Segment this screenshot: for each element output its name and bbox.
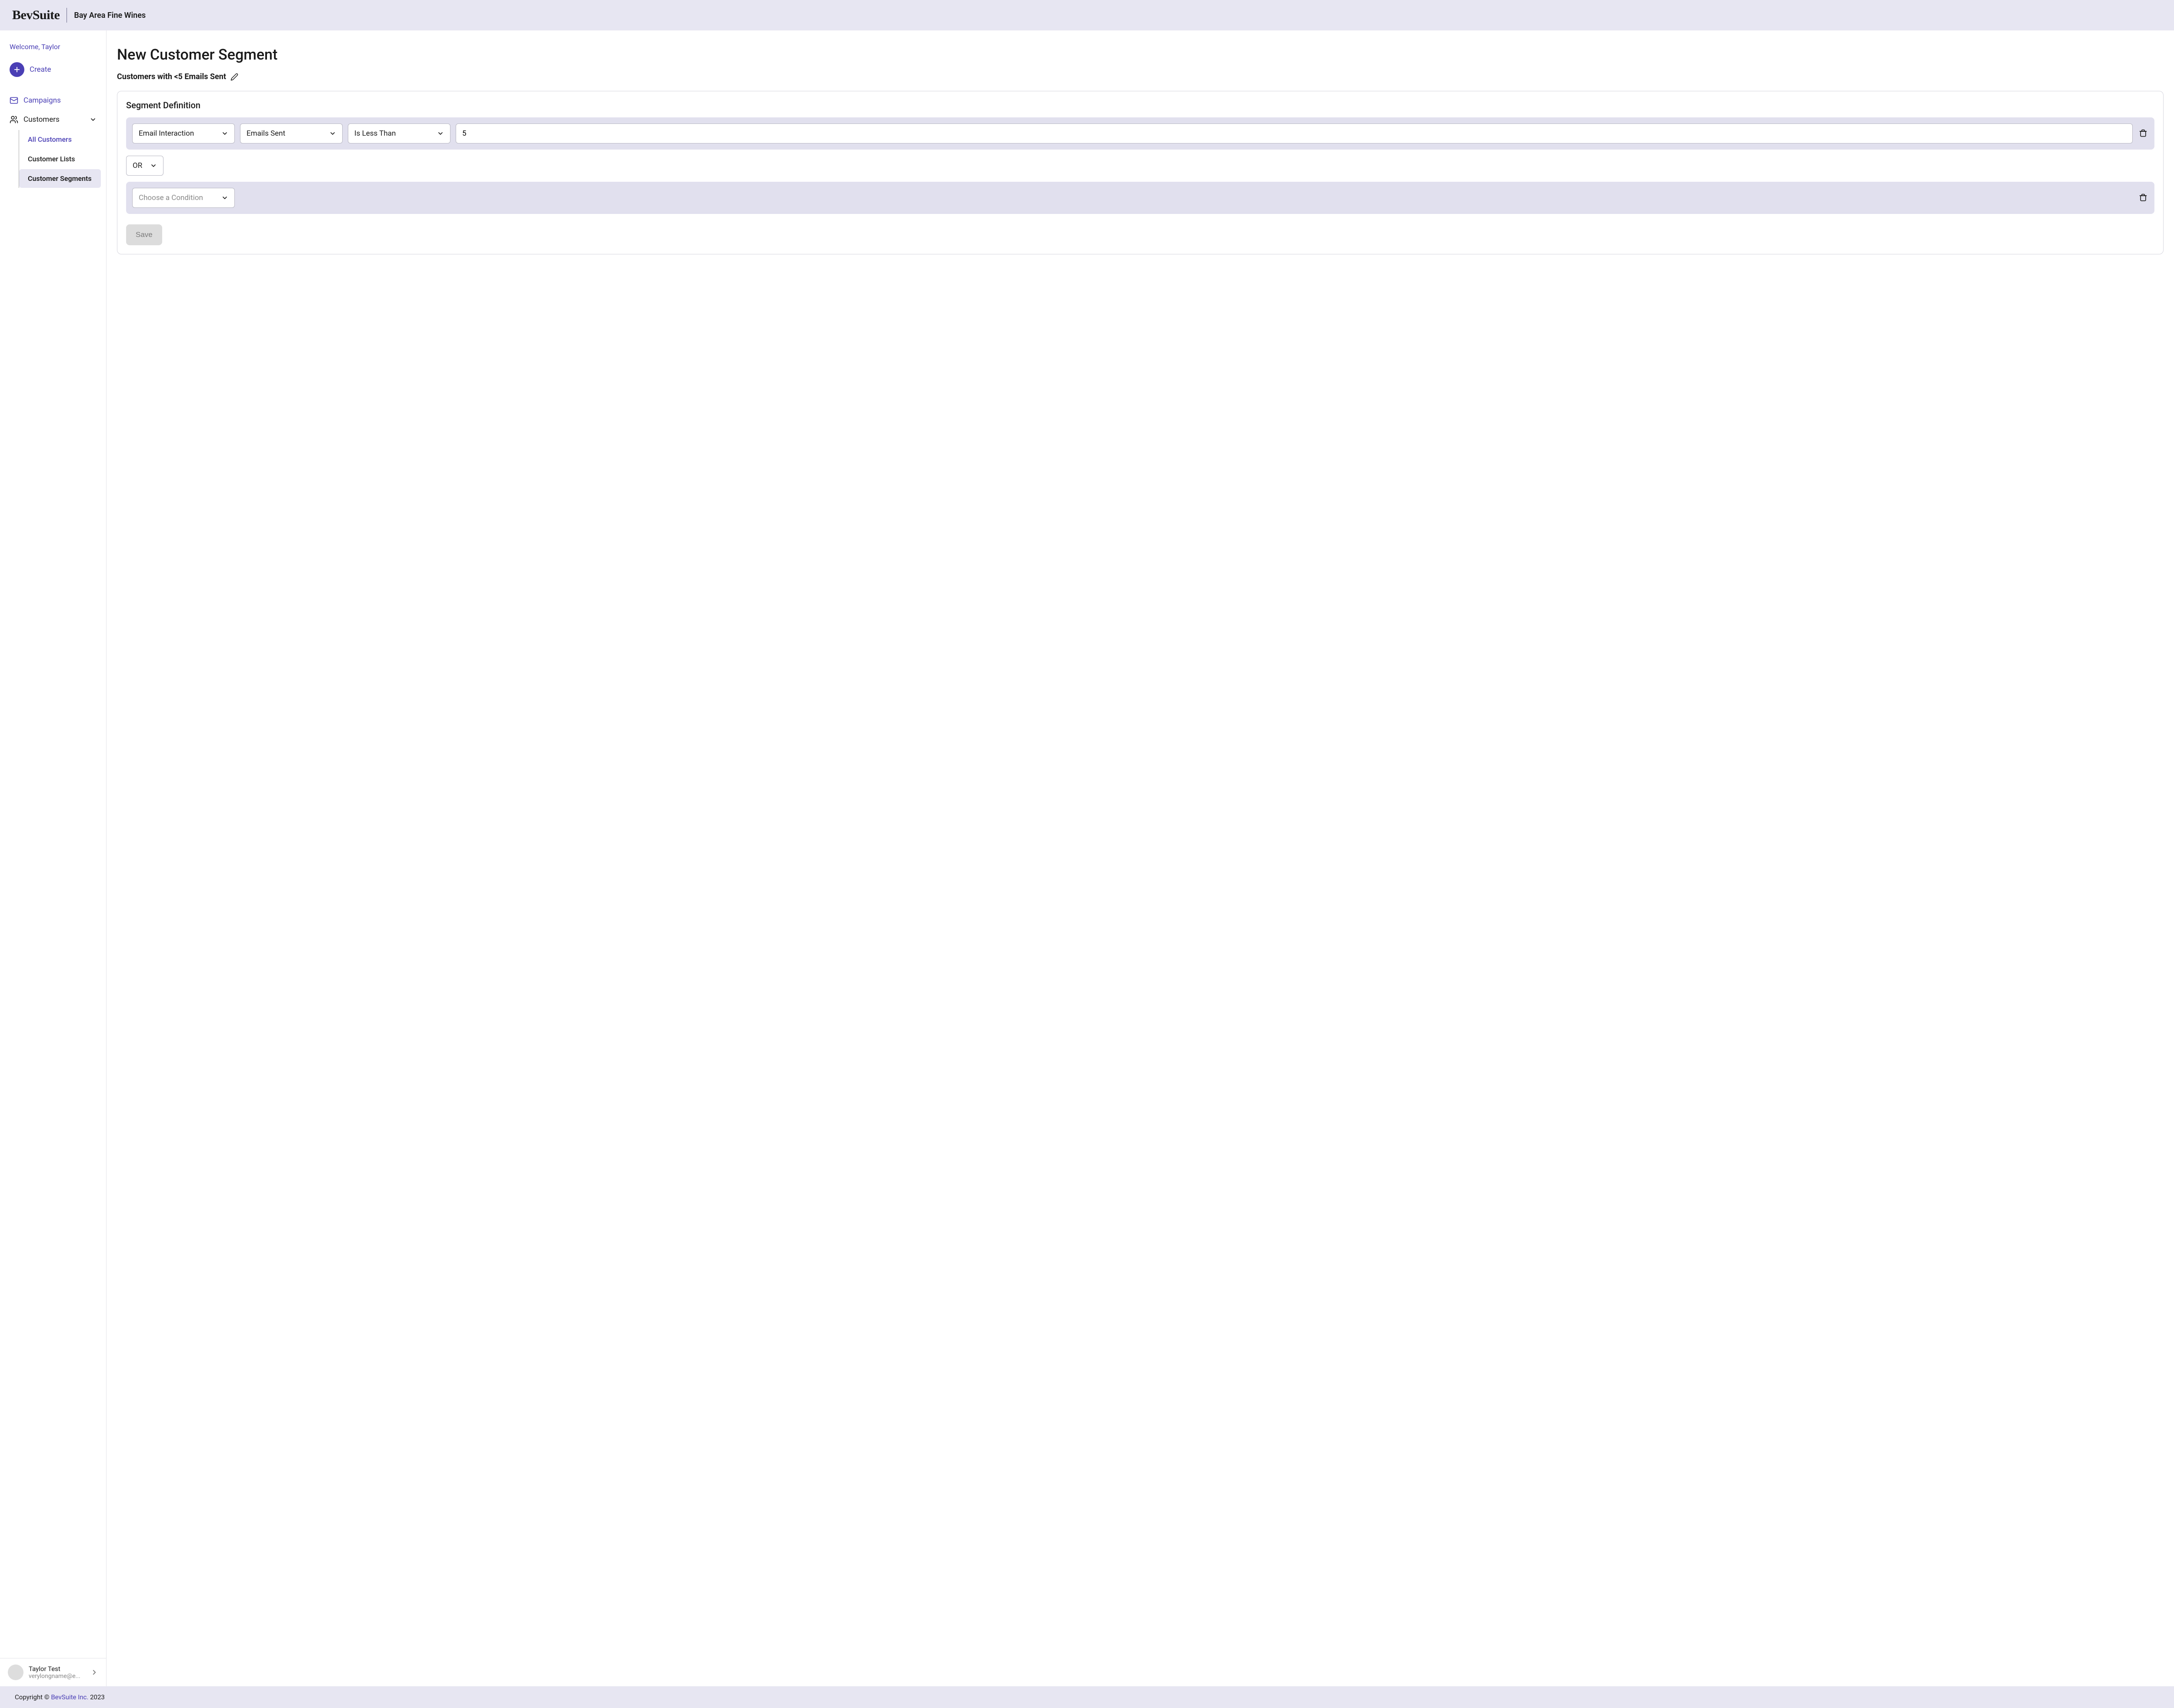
avatar bbox=[8, 1665, 23, 1680]
select-value: Email Interaction bbox=[139, 129, 217, 138]
sidebar-item-label: Campaigns bbox=[23, 96, 61, 105]
select-value: Is Less Than bbox=[354, 129, 433, 138]
users-icon bbox=[10, 115, 18, 124]
subnav-customer-lists[interactable]: Customer Lists bbox=[19, 150, 101, 168]
app-header: BevSuite Bay Area Fine Wines bbox=[0, 0, 2174, 30]
app-logo: BevSuite bbox=[12, 8, 60, 23]
welcome-text: Welcome, Taylor bbox=[0, 41, 106, 60]
chevron-down-icon bbox=[150, 162, 157, 169]
edit-icon[interactable] bbox=[230, 73, 238, 81]
save-button[interactable]: Save bbox=[126, 224, 162, 245]
condition-row-2: Choose a Condition bbox=[126, 182, 2154, 214]
chevron-down-icon bbox=[221, 194, 228, 201]
footer-suffix: 2023 bbox=[88, 1693, 104, 1701]
footer-prefix: Copyright © bbox=[15, 1693, 51, 1701]
chevron-down-icon bbox=[90, 116, 97, 123]
trash-icon bbox=[2139, 193, 2147, 202]
user-email: verylongname@e... bbox=[29, 1673, 85, 1680]
segment-definition-card: Segment Definition Email Interaction Ema… bbox=[117, 91, 2164, 254]
chevron-down-icon bbox=[221, 130, 228, 137]
select-value: Emails Sent bbox=[247, 129, 325, 138]
sidebar-item-campaigns[interactable]: Campaigns bbox=[0, 91, 106, 110]
subnav-customer-segments[interactable]: Customer Segments bbox=[19, 169, 101, 188]
footer: Copyright © BevSuite Inc. 2023 bbox=[0, 1686, 2174, 1708]
chevron-right-icon bbox=[90, 1668, 98, 1676]
condition-category-select[interactable]: Email Interaction bbox=[132, 123, 235, 143]
trash-icon bbox=[2139, 129, 2147, 138]
sidebar-nav: Campaigns Customers All Customers Custom… bbox=[0, 87, 106, 189]
footer-brand-link[interactable]: BevSuite Inc. bbox=[51, 1693, 88, 1701]
delete-condition-button[interactable] bbox=[2138, 193, 2148, 203]
chevron-down-icon bbox=[437, 130, 444, 137]
condition-row-1: Email Interaction Emails Sent Is Less Th… bbox=[126, 117, 2154, 150]
tenant-name: Bay Area Fine Wines bbox=[74, 11, 146, 20]
subnav-all-customers[interactable]: All Customers bbox=[19, 130, 101, 149]
condition-category-select[interactable]: Choose a Condition bbox=[132, 188, 235, 208]
select-placeholder: Choose a Condition bbox=[139, 193, 217, 202]
user-name: Taylor Test bbox=[29, 1665, 85, 1673]
segment-name: Customers with <5 Emails Sent bbox=[117, 72, 226, 81]
logic-operator-select[interactable]: OR bbox=[126, 156, 163, 176]
sidebar-item-customers[interactable]: Customers bbox=[0, 110, 106, 129]
create-label: Create bbox=[30, 65, 51, 74]
condition-operator-select[interactable]: Is Less Than bbox=[348, 123, 450, 143]
page-title: New Customer Segment bbox=[117, 46, 2164, 63]
delete-condition-button[interactable] bbox=[2138, 128, 2148, 139]
condition-value-input[interactable] bbox=[456, 123, 2133, 143]
customers-subnav: All Customers Customer Lists Customer Se… bbox=[19, 130, 101, 188]
chevron-down-icon bbox=[329, 130, 336, 137]
user-menu[interactable]: Taylor Test verylongname@e... bbox=[0, 1658, 106, 1686]
mail-icon bbox=[10, 96, 18, 105]
create-button[interactable]: Create bbox=[10, 62, 97, 77]
condition-field-select[interactable]: Emails Sent bbox=[240, 123, 343, 143]
sidebar-item-label: Customers bbox=[23, 115, 60, 124]
plus-icon bbox=[10, 62, 24, 77]
sidebar: Welcome, Taylor Create Campaigns Cus bbox=[0, 30, 107, 1686]
card-title: Segment Definition bbox=[126, 100, 2154, 110]
select-value: OR bbox=[133, 161, 146, 170]
main-content: New Customer Segment Customers with <5 E… bbox=[107, 30, 2174, 1686]
